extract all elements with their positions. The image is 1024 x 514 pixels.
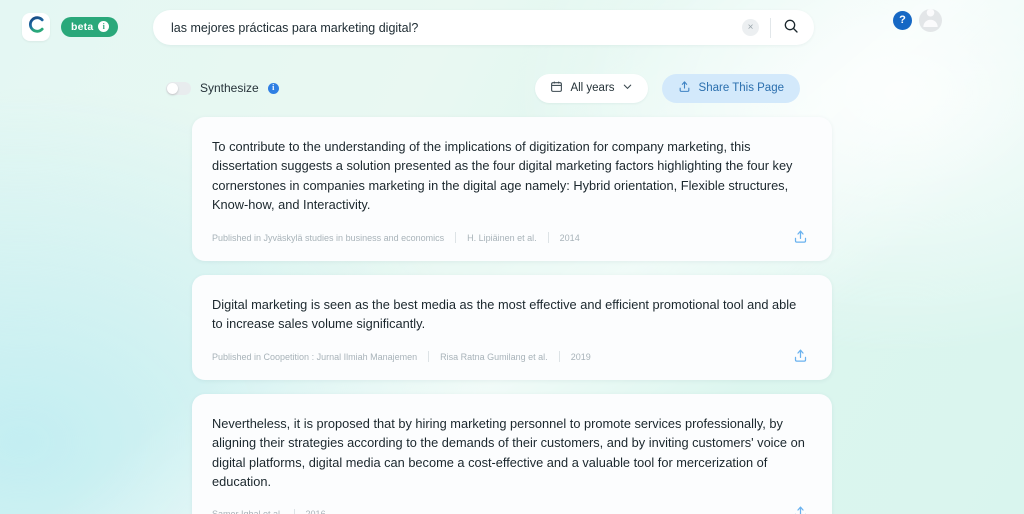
share-result-button[interactable] [793, 348, 808, 366]
search-bar[interactable]: × [153, 10, 814, 45]
year-filter-label: All years [570, 82, 615, 94]
result-year: 2019 [570, 351, 591, 362]
share-result-button[interactable] [793, 229, 808, 247]
result-card[interactable]: To contribute to the understanding of th… [192, 117, 832, 261]
share-page-button[interactable]: Share This Page [661, 73, 800, 103]
brand[interactable]: beta i [22, 13, 119, 41]
result-abstract: Digital marketing is seen as the best me… [212, 296, 797, 332]
meta-separator [547, 232, 549, 244]
info-icon: i [98, 21, 110, 33]
result-year: 2014 [559, 232, 580, 243]
meta-separator [293, 508, 295, 514]
close-x-icon: × [747, 21, 754, 33]
result-authors: Risa Ratna Gumilang et al. [440, 351, 548, 362]
results-list: To contribute to the understanding of th… [192, 117, 832, 514]
result-card[interactable]: Nevertheless, it is proposed that by hir… [192, 393, 832, 514]
avatar[interactable] [919, 9, 942, 32]
app-logo[interactable] [22, 13, 50, 41]
result-meta: Published in Jyväskylä studies in busine… [212, 232, 580, 244]
search-box[interactable]: × [153, 10, 814, 45]
synthesize-label: Synthesize [200, 81, 259, 95]
result-abstract: Nevertheless, it is proposed that by hir… [212, 415, 805, 489]
year-filter-dropdown[interactable]: All years [535, 73, 648, 103]
synthesize-toggle[interactable] [166, 81, 191, 95]
question-mark-icon: ? [899, 14, 906, 26]
result-journal: Published in Coopetition : Jurnal Ilmiah… [212, 351, 418, 362]
share-result-button[interactable] [793, 505, 808, 514]
result-footer: Samer Iqbal et al. 2016 [212, 505, 808, 514]
result-journal: Published in Jyväskylä studies in busine… [212, 232, 445, 243]
synthesize-control: Synthesize i [166, 81, 279, 95]
share-upload-icon [793, 505, 808, 514]
share-upload-icon [793, 229, 808, 247]
meta-separator [558, 351, 560, 363]
meta-separator [428, 351, 430, 363]
share-page-label: Share This Page [698, 82, 784, 94]
result-authors: Samer Iqbal et al. [212, 509, 283, 514]
search-input[interactable] [171, 20, 742, 35]
share-upload-icon [678, 80, 691, 96]
magnifier-icon [783, 18, 799, 37]
result-year: 2016 [306, 509, 326, 514]
result-meta: Published in Coopetition : Jurnal Ilmiah… [212, 351, 591, 363]
calendar-icon [550, 80, 563, 96]
meta-separator [455, 232, 457, 244]
share-upload-icon [793, 348, 808, 366]
result-abstract: To contribute to the understanding of th… [212, 139, 793, 213]
beta-badge[interactable]: beta i [61, 17, 119, 37]
beta-label: beta [71, 20, 94, 33]
user-avatar-icon [919, 9, 942, 32]
result-card[interactable]: Digital marketing is seen as the best me… [192, 274, 832, 380]
account-controls: ? [893, 9, 942, 32]
help-button[interactable]: ? [893, 11, 912, 30]
result-footer: Published in Coopetition : Jurnal Ilmiah… [212, 348, 808, 366]
result-footer: Published in Jyväskylä studies in busine… [212, 229, 808, 247]
result-authors: H. Lipiäinen et al. [467, 232, 537, 243]
search-submit-button[interactable] [783, 18, 806, 37]
controls-row: Synthesize i All years Share This Page [0, 73, 1024, 103]
search-divider [770, 17, 771, 38]
info-icon[interactable]: i [267, 82, 279, 94]
consensus-c-logo-icon [27, 15, 46, 39]
filter-controls: All years Share This Page [535, 73, 800, 103]
clear-search-button[interactable]: × [742, 19, 759, 36]
result-meta: Samer Iqbal et al. 2016 [212, 508, 326, 514]
top-bar: beta i × ? [0, 0, 1024, 54]
chevron-down-icon [622, 81, 633, 95]
